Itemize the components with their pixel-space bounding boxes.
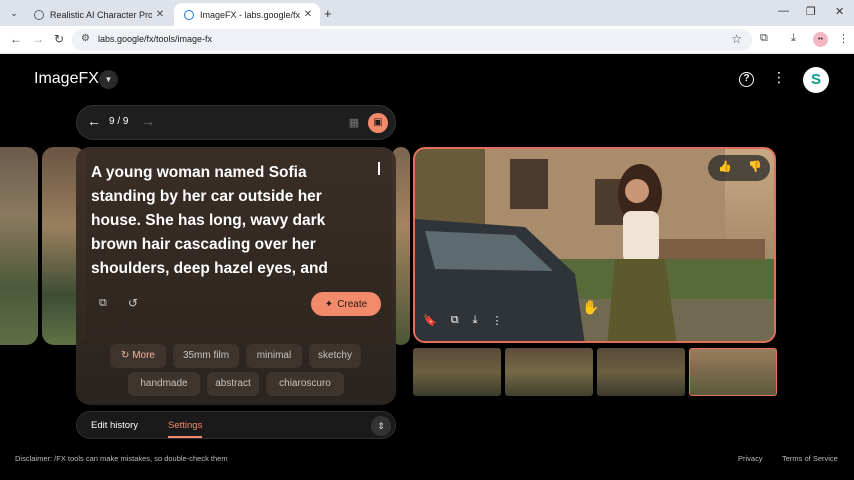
thumbnail-2[interactable] [505,348,593,396]
url-text: labs.google/fx/tools/image-fx [98,34,213,44]
chip-abstract[interactable]: abstract [207,372,259,396]
duplicate-icon[interactable]: ⧉ [451,314,459,327]
site-settings-icon[interactable]: ⚙ [81,33,90,44]
tab-edit-history[interactable]: Edit history [91,420,138,431]
previous-image-2[interactable] [0,147,38,345]
privacy-link[interactable]: Privacy [738,454,763,463]
help-icon[interactable]: ? [739,72,754,87]
sparkle-icon: ✦ [324,298,334,310]
chip-sketchy[interactable]: sketchy [309,344,361,368]
active-tab-indicator [168,436,202,438]
minimize-button[interactable]: — [778,5,789,17]
arrow-left-icon[interactable]: ← [87,113,101,129]
chip-minimal[interactable]: minimal [246,344,302,368]
forward-icon[interactable]: → [32,32,44,46]
browser-tab-strip: ⌄ Realistic AI Character Prompt ✕ ImageF… [0,0,854,26]
thumbnail-3[interactable] [597,348,685,396]
tab-settings[interactable]: Settings [168,420,202,431]
prompt-card: A young woman named Sofia standing by he… [76,147,396,405]
thumbs-up-icon[interactable]: 👍 [718,160,732,173]
chip-chiaroscuro[interactable]: chiaroscuro [266,372,344,396]
downloads-icon[interactable]: ⤓ [791,32,796,45]
thumbnail-4[interactable] [689,348,777,396]
chip-label: More [132,350,155,361]
chip-35mm-film[interactable]: 35mm film [173,344,239,368]
chip-more[interactable]: ↻ More [110,344,166,368]
chevron-expand-icon[interactable]: ⇕ [371,416,391,436]
browser-menu-icon[interactable]: ⋮ [838,32,849,45]
hand-cursor-icon: ✋ [582,299,600,315]
bottom-tabs: Edit history Settings ⇕ [76,411,396,439]
chevron-down-icon[interactable]: ▼ [99,70,118,89]
site-icon [184,9,194,20]
image-counter: 9 / 9 [109,116,129,127]
address-bar: ← → ↻ ⚙ labs.google/fx/tools/image-fx ☆ … [0,26,854,54]
feedback-buttons: 👍 👎 [708,155,770,181]
terms-link[interactable]: Terms of Service [782,454,838,463]
tab-search-icon[interactable]: ⌄ [6,5,22,21]
restore-button[interactable]: ❐ [806,5,816,18]
thumbnail-1[interactable] [413,348,501,396]
create-label: Create [337,298,368,310]
reload-icon[interactable]: ↻ [54,32,64,46]
extensions-icon[interactable]: ⧉ [760,32,768,45]
text-cursor [378,162,380,175]
image-toolbar: 🔖 ⧉ ⤓ ⋮ [423,314,502,327]
imagefx-app: ImageFX ▼ ? ⋮ S ← 9 / 9 → ▦ ▣ A young wo… [0,55,854,480]
arrow-right-icon[interactable]: → [141,113,155,129]
browser-tab-2[interactable]: ImageFX - labs.google/fx ✕ [174,3,320,26]
more-vert-icon[interactable]: ⋮ [491,314,502,327]
prompt-textarea[interactable]: A young woman named Sofia standing by he… [91,161,361,283]
tab-title: Realistic AI Character Prompt [50,9,152,20]
refresh-icon: ↻ [121,350,133,361]
copy-icon[interactable]: ⧉ [99,297,107,310]
globe-icon [34,9,44,20]
close-tab-icon[interactable]: ✕ [300,9,316,20]
new-tab-button[interactable]: + [324,6,332,21]
chip-handmade[interactable]: handmade [128,372,200,396]
create-button[interactable]: ✦ Create [311,292,381,316]
single-view-icon[interactable]: ▣ [368,113,388,133]
disclaimer: Disclaimer: /FX tools can make mistakes,… [15,454,228,463]
close-window-button[interactable]: ✕ [835,5,844,18]
bookmark-star-icon[interactable]: ☆ [731,32,742,46]
grid-view-icon[interactable]: ▦ [345,114,363,132]
tab-title: ImageFX - labs.google/fx [200,9,300,20]
browser-profile-avatar[interactable]: •• [813,32,828,47]
more-vert-icon[interactable]: ⋮ [772,69,786,86]
bookmark-icon[interactable]: 🔖 [423,314,437,327]
url-field[interactable]: ⚙ labs.google/fx/tools/image-fx ☆ [72,29,752,51]
thumbs-down-icon[interactable]: 👎 [748,160,762,173]
download-icon[interactable]: ⤓ [473,314,478,327]
avatar[interactable]: S [803,67,829,93]
reset-icon[interactable]: ↺ [128,296,138,310]
close-tab-icon[interactable]: ✕ [152,9,168,20]
image-navigator: ← 9 / 9 → ▦ ▣ [76,105,396,140]
back-icon[interactable]: ← [10,32,22,46]
browser-tab-1[interactable]: Realistic AI Character Prompt ✕ [24,3,172,26]
app-title: ImageFX [34,70,99,87]
